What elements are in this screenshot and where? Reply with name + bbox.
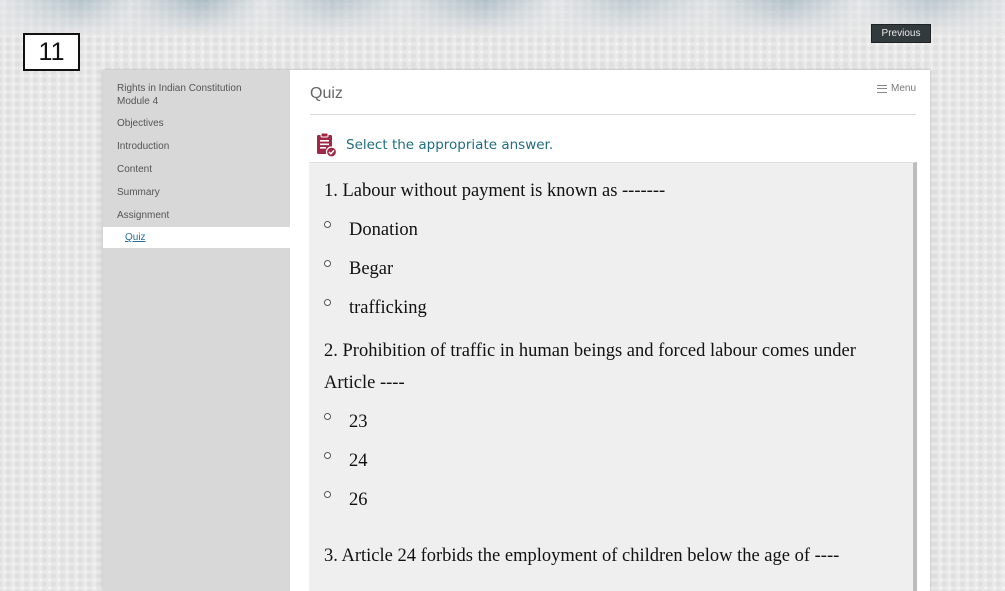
top-decorative-band bbox=[0, 0, 1005, 36]
menu-label: Menu bbox=[890, 83, 916, 94]
radio-button[interactable] bbox=[324, 413, 331, 420]
radio-button[interactable] bbox=[324, 452, 331, 459]
sidebar-course-title: Rights in Indian Constitution Module 4 bbox=[117, 83, 242, 107]
answer-option[interactable]: 26 bbox=[324, 490, 368, 511]
option-label: trafficking bbox=[349, 298, 427, 318]
sidebar-item-summary[interactable]: Summary bbox=[103, 186, 290, 209]
option-label: 24 bbox=[349, 451, 368, 471]
answer-option[interactable]: Donation bbox=[324, 220, 418, 241]
answer-option[interactable]: Begar bbox=[324, 259, 393, 280]
previous-button[interactable]: Previous bbox=[871, 24, 931, 43]
question-2: 2. Prohibition of traffic in human being… bbox=[324, 341, 856, 393]
question-panel: 1. Labour without payment is known as --… bbox=[309, 162, 917, 591]
sidebar-item-quiz[interactable]: Quiz bbox=[103, 227, 290, 248]
radio-button[interactable] bbox=[324, 221, 331, 228]
page-title: Quiz bbox=[310, 85, 343, 102]
instruction-text: Select the appropriate answer. bbox=[346, 137, 554, 153]
radio-button[interactable] bbox=[324, 491, 331, 498]
main-content: Quiz Menu Select the appropriate answer.… bbox=[290, 70, 930, 591]
question-3: 3. Article 24 forbids the employment of … bbox=[324, 546, 840, 566]
radio-button[interactable] bbox=[324, 299, 331, 306]
option-label: 26 bbox=[349, 490, 368, 510]
menu-button[interactable]: Menu bbox=[876, 83, 916, 94]
instruction-banner: Select the appropriate answer. bbox=[314, 132, 553, 158]
hamburger-icon bbox=[876, 84, 887, 93]
sidebar: Rights in Indian Constitution Module 4 O… bbox=[103, 70, 290, 591]
option-label: Donation bbox=[349, 220, 418, 240]
answer-option[interactable]: 24 bbox=[324, 451, 368, 472]
option-label: 23 bbox=[349, 412, 368, 432]
course-window: Rights in Indian Constitution Module 4 O… bbox=[103, 70, 930, 591]
title-divider bbox=[310, 114, 916, 115]
radio-button[interactable] bbox=[324, 260, 331, 267]
question-1: 1. Labour without payment is known as --… bbox=[324, 181, 666, 201]
option-label: Begar bbox=[349, 259, 394, 279]
sidebar-item-objectives[interactable]: Objectives bbox=[103, 117, 290, 140]
answer-option[interactable]: 23 bbox=[324, 412, 368, 433]
sidebar-item-content[interactable]: Content bbox=[103, 163, 290, 186]
slide-number: 11 bbox=[23, 33, 80, 71]
answer-option[interactable]: trafficking bbox=[324, 298, 427, 319]
clipboard-check-icon bbox=[317, 132, 337, 158]
sidebar-item-introduction[interactable]: Introduction bbox=[103, 140, 290, 163]
